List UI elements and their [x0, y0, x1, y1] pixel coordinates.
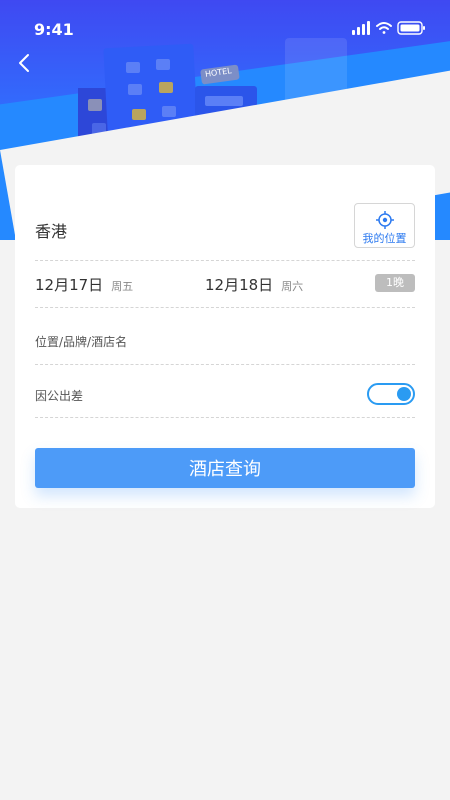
business-trip-toggle[interactable] — [367, 383, 415, 405]
city-name[interactable]: 香港 — [35, 218, 67, 242]
locate-icon — [376, 211, 394, 229]
checkin-weekday: 周五 — [111, 280, 134, 293]
my-location-button[interactable]: 我的位置 — [354, 203, 415, 248]
checkout-date-text: 12月18日 — [205, 276, 274, 294]
business-trip-row: 因公出差 — [35, 365, 415, 418]
nights-badge: 1晚 — [375, 274, 415, 292]
status-bar: 9:41 — [0, 0, 450, 56]
keyword-row[interactable]: 位置/品牌/酒店名 — [35, 308, 415, 365]
hotel-search-card: 香港 我的位置 12月17日 周五 12月18日 周六 1晚 位置/品牌/酒店名 因… — [15, 165, 435, 508]
checkout-weekday: 周六 — [281, 280, 304, 293]
hotel-search-button[interactable]: 酒店查询 — [35, 448, 415, 488]
city-row[interactable]: 香港 我的位置 — [35, 203, 415, 261]
checkin-date-text: 12月17日 — [35, 276, 104, 294]
business-trip-label: 因公出差 — [35, 389, 84, 403]
my-location-label: 我的位置 — [362, 232, 407, 245]
checkin-date[interactable]: 12月17日 周五 — [35, 274, 133, 295]
checkout-date[interactable]: 12月18日 周六 — [205, 274, 303, 295]
wifi-icon — [376, 22, 392, 34]
toggle-knob — [397, 387, 411, 401]
keyword-search-field[interactable]: 位置/品牌/酒店名 — [35, 333, 127, 350]
battery-icon — [397, 21, 425, 35]
back-icon[interactable] — [14, 52, 36, 74]
signal-icon — [352, 21, 370, 35]
status-icons — [352, 21, 425, 35]
status-time: 9:41 — [34, 20, 74, 39]
date-row: 12月17日 周五 12月18日 周六 1晚 — [35, 261, 415, 308]
